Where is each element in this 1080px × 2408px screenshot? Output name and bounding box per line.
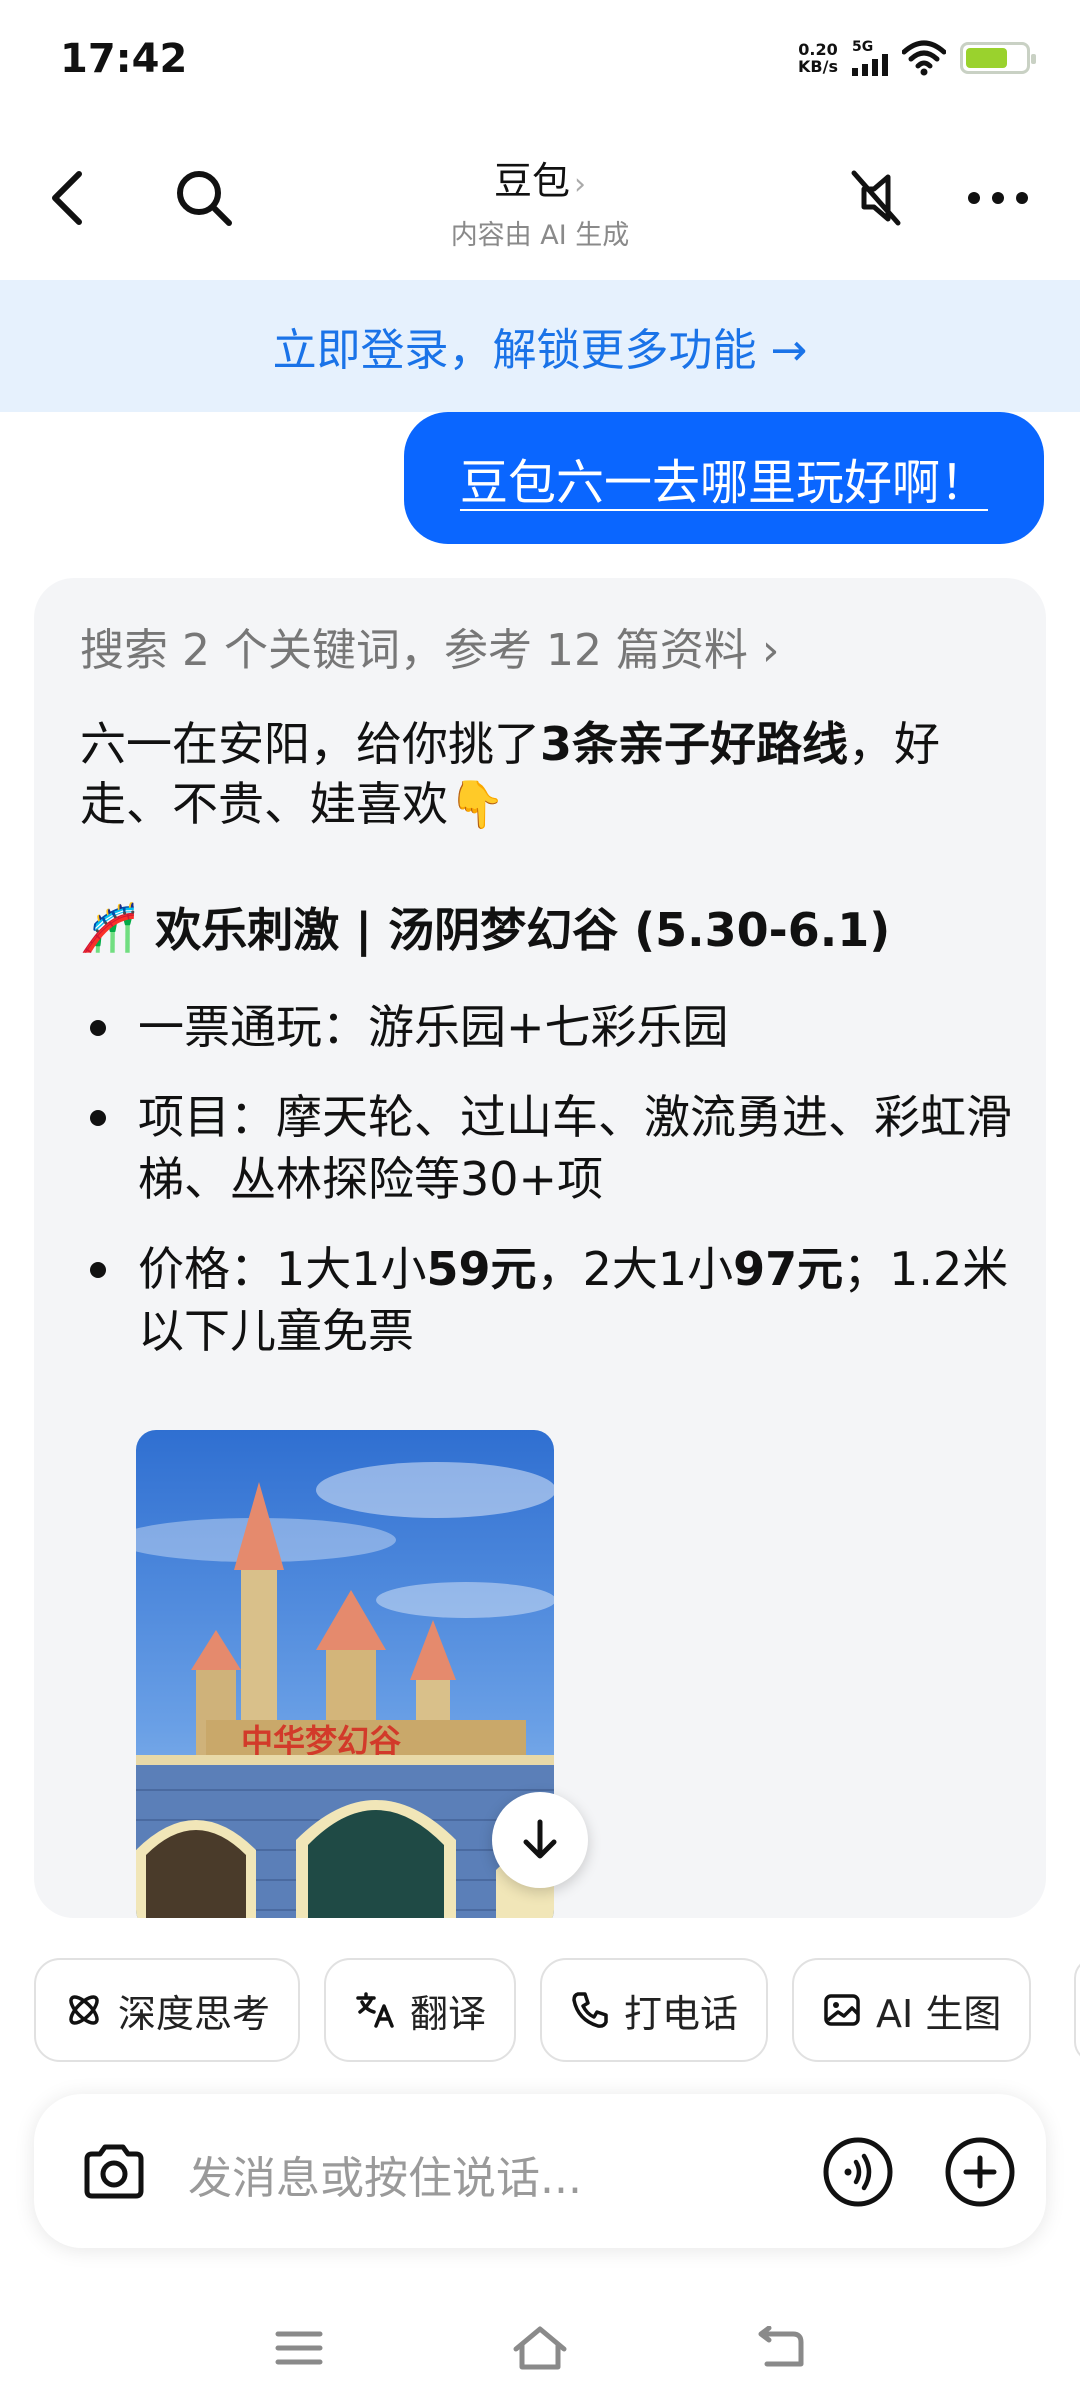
user-message-bubble[interactable]: 豆包六一去哪里玩好啊！ <box>404 412 1044 544</box>
search-references-link[interactable]: 搜索 2 个关键词，参考 12 篇资料 › <box>80 614 780 678</box>
chip-deep-thinking[interactable]: 深度思考 <box>34 1958 301 2062</box>
list-item: 价格：1大1小59元，2大1小97元；1.2米以下儿童免票 <box>80 1238 1020 1362</box>
status-time: 17:42 <box>60 36 188 82</box>
camera-icon[interactable] <box>74 2132 154 2212</box>
arrow-down-icon <box>523 1819 557 1859</box>
menu-icon[interactable] <box>264 2318 334 2378</box>
quick-action-chips: 深度思考 翻译 打电话 AI 生图 <box>34 1958 1032 2062</box>
status-bar: 17:42 0.20 KB/s 5G <box>0 0 1080 120</box>
battery-icon <box>960 42 1036 74</box>
message-input-bar: 发消息或按住说话... <box>34 2094 1046 2248</box>
wifi-icon <box>902 40 946 76</box>
status-icons: 0.20 KB/s 5G <box>798 40 1036 76</box>
chip-ai-image[interactable]: AI 生图 <box>792 1958 1032 2062</box>
scroll-to-bottom-button[interactable] <box>492 1792 588 1888</box>
composer-area: 深度思考 翻译 打电话 AI 生图 发消息或按住说话... <box>0 1918 1080 2408</box>
login-banner-text: 立即登录，解锁更多功能 → <box>272 325 808 376</box>
chip-phone-call[interactable]: 打电话 <box>540 1958 769 2062</box>
bullet-list: 一票通玩：游乐园+七彩乐园 项目：摩天轮、过山车、激流勇进、彩虹滑梯、丛林探险等… <box>80 996 1020 1390</box>
answer-intro: 六一在安阳，给你挑了3条亲子好路线，好走、不贵、娃喜欢👇 <box>80 717 941 831</box>
section-heading: 🎢 欢乐刺激 | 汤阴梦幻谷 (5.30-6.1) <box>80 899 891 958</box>
photo-sign: 中华梦幻谷 <box>241 1722 401 1760</box>
ai-generated-note: 内容由 AI 生成 <box>450 220 630 251</box>
more-icon[interactable] <box>958 158 1038 238</box>
network-speed: 0.20 KB/s <box>798 40 838 76</box>
roller-coaster-icon: 🎢 <box>80 899 138 954</box>
list-item: 项目：摩天轮、过山车、激流勇进、彩虹滑梯、丛林探险等30+项 <box>80 1086 1020 1210</box>
add-attachment-icon[interactable] <box>940 2132 1020 2212</box>
user-message-text: 豆包六一去哪里玩好啊！ <box>459 455 988 511</box>
voice-call-icon[interactable] <box>818 2132 898 2212</box>
cell-signal-icon: 5G <box>852 40 888 76</box>
chevron-right-icon: › <box>574 167 586 202</box>
message-input[interactable]: 发消息或按住说话... <box>188 2142 582 2206</box>
top-navigation: 豆包 › 内容由 AI 生成 <box>0 120 1080 280</box>
back-nav-icon[interactable] <box>745 2318 815 2378</box>
chip-translate[interactable]: 翻译 <box>324 1958 517 2062</box>
assistant-answer-card: 搜索 2 个关键词，参考 12 篇资料 › 六一在安阳，给你挑了3条亲子好路线，… <box>34 578 1046 1918</box>
login-banner[interactable]: 立即登录，解锁更多功能 → <box>0 280 1080 412</box>
home-icon[interactable] <box>505 2318 575 2378</box>
phone-icon <box>572 1992 608 2028</box>
list-item: 一票通玩：游乐园+七彩乐园 <box>80 996 1020 1058</box>
mute-icon[interactable] <box>836 158 916 238</box>
translate-icon <box>356 1992 394 2028</box>
chat-title[interactable]: 豆包 › 内容由 AI 生成 <box>0 150 1080 252</box>
atom-icon <box>69 1995 99 2025</box>
image-icon <box>824 1994 860 2026</box>
chip-overflow[interactable] <box>1074 1958 1080 2062</box>
system-navigation-bar <box>0 2308 1080 2388</box>
